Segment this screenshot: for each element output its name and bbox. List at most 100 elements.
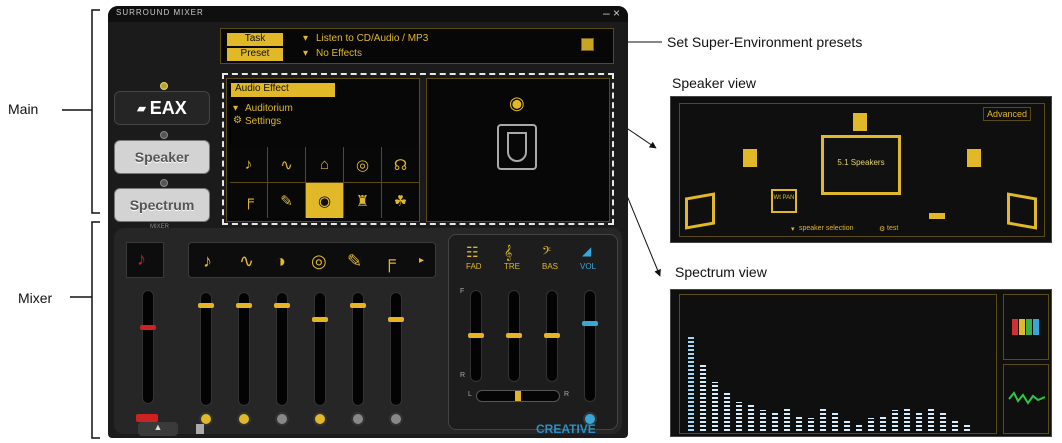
line-in-fader-thumb[interactable]	[388, 317, 404, 322]
gun-icon[interactable]: ╒	[230, 183, 267, 218]
fader-balance-icon: ☷	[466, 244, 479, 260]
mute-icon: ♪	[137, 249, 146, 269]
front-right-speaker-icon[interactable]	[967, 149, 981, 167]
effect-dropdown-icon[interactable]: ▾	[233, 103, 238, 114]
settings-small-icon[interactable]	[196, 424, 204, 434]
mic-source-icon[interactable]: ✎	[347, 251, 362, 272]
cd-audio-fader[interactable]	[312, 292, 328, 406]
wave-fader-thumb[interactable]	[198, 303, 214, 308]
fad-fader[interactable]	[468, 290, 484, 382]
wt-pan-box[interactable]: Wt PAN	[771, 189, 797, 213]
piano-icon[interactable]: ⌂	[306, 147, 343, 182]
cd-music-icon[interactable]: ◎	[344, 147, 381, 182]
wave-source-icon[interactable]: ♪	[203, 251, 212, 272]
spectrum-bar	[820, 408, 826, 431]
cd-digital-fader-thumb[interactable]	[274, 303, 290, 308]
wave-fader[interactable]	[198, 292, 214, 406]
color-bar-red	[1012, 319, 1018, 335]
fad-fader-thumb[interactable]	[468, 333, 484, 338]
volume-fader[interactable]	[582, 290, 598, 402]
audio-effect-panel: Audio Effect ▾ Auditorium ⚙ Settings ♪ ∿…	[226, 78, 420, 222]
cd-digital-fader[interactable]	[274, 292, 290, 406]
spectrum-bar	[940, 413, 946, 431]
spectrum-style-button[interactable]	[1003, 294, 1049, 360]
test-button[interactable]: test	[887, 225, 898, 232]
preset-dropdown-icon[interactable]: ▾	[303, 48, 308, 59]
treble-fader[interactable]	[506, 290, 522, 382]
settings-gear-icon[interactable]: ⚙	[233, 115, 242, 126]
balance-thumb[interactable]	[515, 391, 521, 401]
spectrum-bar	[952, 421, 958, 431]
music-note-icon[interactable]: ♪	[230, 147, 267, 182]
balance-slider[interactable]	[476, 390, 560, 402]
effect-select[interactable]: Auditorium	[245, 103, 293, 114]
rear-right-speaker-icon[interactable]	[1007, 192, 1037, 230]
speaker-selection-dropdown-icon[interactable]: ▾	[791, 225, 795, 233]
task-dropdown-icon[interactable]: ▾	[303, 33, 308, 44]
volume-icon: ◢	[582, 244, 592, 258]
headphones-icon[interactable]: ☊	[382, 147, 419, 182]
synth-source-icon[interactable]: ∿	[239, 251, 254, 272]
cd-digital-source-icon[interactable]: ◑	[275, 251, 286, 272]
color-bar-yellow	[1019, 319, 1025, 335]
treble-fader-thumb[interactable]	[506, 333, 522, 338]
fad-label: FAD	[466, 262, 482, 271]
eax-button[interactable]: ▰ EAX	[114, 91, 210, 125]
selected-cd-icon[interactable]: ◉	[306, 183, 343, 218]
test-icon[interactable]: ⚙	[879, 225, 885, 233]
spectrum-bar	[964, 423, 970, 431]
front-left-speaker-icon[interactable]	[743, 149, 757, 167]
task-tag: Task	[227, 33, 283, 46]
master-fader-thumb[interactable]	[140, 325, 156, 330]
synth-fader[interactable]	[236, 292, 252, 406]
subwoofer-icon[interactable]	[929, 213, 945, 219]
bass-fader[interactable]	[544, 290, 560, 382]
vol-label: VOL	[580, 262, 597, 271]
bass-fader-thumb[interactable]	[544, 333, 560, 338]
preset-tag: Preset	[227, 48, 283, 61]
spectrum-bar	[760, 410, 766, 431]
mic-mute-toggle[interactable]	[351, 412, 365, 426]
volume-fader-thumb[interactable]	[582, 321, 598, 326]
rear-left-speaker-icon[interactable]	[685, 192, 715, 230]
cd-audio-source-icon[interactable]: ◎	[311, 251, 327, 272]
spectrum-view-panel	[670, 289, 1052, 437]
synth-mute-toggle[interactable]	[237, 412, 251, 426]
surround-mixer-window: SURROUND MIXER – × Task Preset ▾ Listen …	[108, 6, 628, 438]
annotation-main: Main	[8, 101, 39, 117]
preset-select[interactable]: No Effects	[316, 48, 362, 59]
waveform-icon[interactable]: ∿	[268, 147, 305, 182]
line-in-source-icon[interactable]: ╒	[383, 251, 396, 272]
mic-fader[interactable]	[350, 292, 366, 406]
spectrum-bar	[868, 418, 874, 431]
custom-effect-icon[interactable]: ☘	[382, 183, 419, 218]
center-speaker-icon[interactable]	[853, 113, 867, 131]
line-in-fader[interactable]	[388, 292, 404, 406]
line-in-mute-toggle[interactable]	[389, 412, 403, 426]
close-icon[interactable]: – ×	[603, 6, 620, 20]
save-preset-icon[interactable]	[581, 38, 594, 51]
spectrum-bar	[928, 408, 934, 431]
settings-link[interactable]: Settings	[245, 116, 281, 127]
effect-preview-panel: ◉	[426, 78, 610, 222]
mic-fader-thumb[interactable]	[350, 303, 366, 308]
collapse-button[interactable]: ▲	[138, 422, 178, 436]
mute-button[interactable]: ♪	[126, 242, 164, 278]
task-select[interactable]: Listen to CD/Audio / MP3	[316, 33, 428, 44]
cd-audio-fader-thumb[interactable]	[312, 317, 328, 322]
synth-fader-thumb[interactable]	[236, 303, 252, 308]
more-sources-icon[interactable]: ▸	[419, 255, 424, 266]
cd-digital-mute-toggle[interactable]	[275, 412, 289, 426]
advanced-button[interactable]: Advanced	[983, 107, 1032, 121]
speaker-selection-select[interactable]: speaker selection	[799, 225, 853, 232]
waveform-style-button[interactable]	[1003, 364, 1049, 434]
spectrum-button[interactable]: Spectrum	[114, 188, 210, 222]
master-fader[interactable]	[140, 290, 156, 404]
cd-audio-mute-toggle[interactable]	[313, 412, 327, 426]
master-mute-led[interactable]	[136, 414, 158, 422]
spectrum-bar	[856, 423, 862, 431]
game-icon[interactable]: ♜	[344, 183, 381, 218]
speaker-button[interactable]: Speaker	[114, 140, 210, 174]
spectrum-bar	[772, 413, 778, 431]
microphone-icon[interactable]: ✎	[268, 183, 305, 218]
